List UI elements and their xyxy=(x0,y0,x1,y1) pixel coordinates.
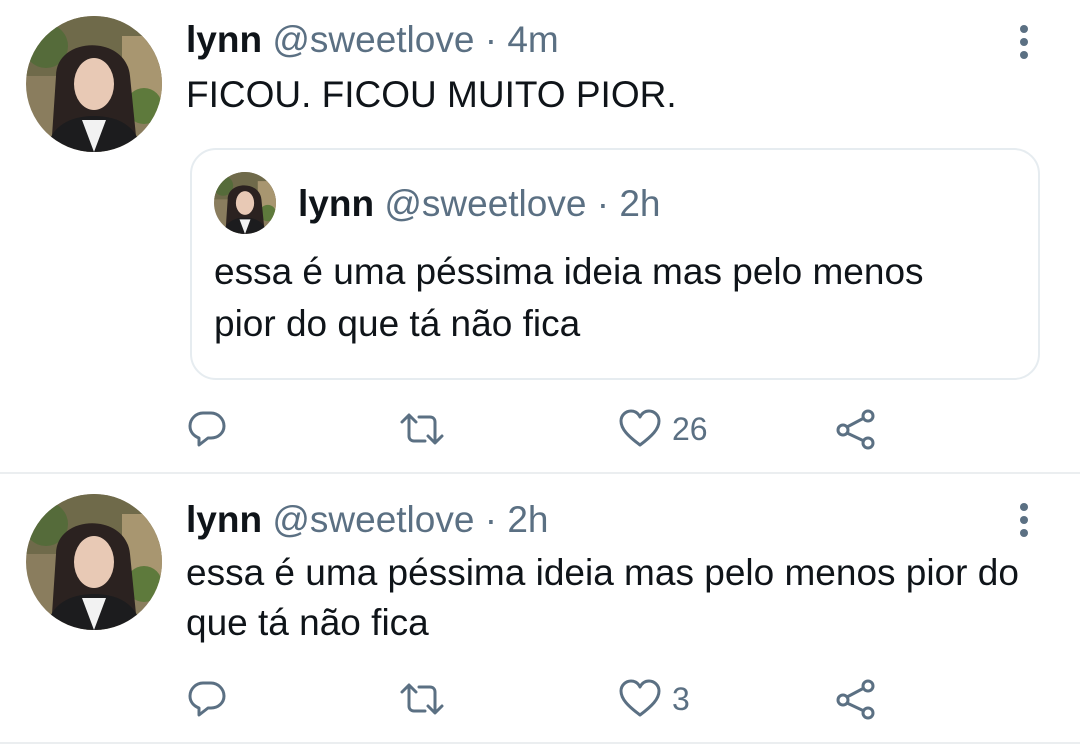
retweet-icon xyxy=(398,408,446,450)
tweet-header: lynn @sweetlove · 2h xyxy=(186,498,548,542)
tweet-text: essa é uma péssima ideia mas pelo menos … xyxy=(186,552,1019,643)
avatar[interactable] xyxy=(26,494,162,630)
like-button[interactable]: 3 xyxy=(618,674,690,724)
retweet-button[interactable] xyxy=(398,404,456,454)
tweet-actions: 3 xyxy=(0,674,1080,724)
reply-button[interactable] xyxy=(186,404,238,454)
separator-dot: · xyxy=(484,499,498,540)
tweet[interactable]: lynn @sweetlove · 2h essa é uma péssima … xyxy=(0,474,1080,744)
like-count: 26 xyxy=(672,410,708,447)
more-vertical-icon[interactable] xyxy=(1004,20,1044,64)
timestamp[interactable]: 2h xyxy=(507,499,548,540)
author-handle[interactable]: @sweetlove xyxy=(272,499,474,540)
avatar[interactable] xyxy=(26,16,162,152)
like-count: 3 xyxy=(672,680,690,717)
reply-button[interactable] xyxy=(186,674,238,724)
more-vertical-icon[interactable] xyxy=(1004,498,1044,542)
heart-icon xyxy=(618,678,662,720)
quoted-tweet[interactable]: lynn @sweetlove · 2h essa é uma péssima … xyxy=(190,148,1040,380)
like-button[interactable]: 26 xyxy=(618,404,708,454)
share-icon xyxy=(834,678,878,720)
quoted-tweet-text: essa é uma péssima ideia mas pelo menos … xyxy=(214,251,924,344)
author-name[interactable]: lynn xyxy=(186,19,262,60)
share-button[interactable] xyxy=(834,674,878,724)
author-name: lynn xyxy=(298,183,375,224)
timestamp[interactable]: 4m xyxy=(507,19,558,60)
retweet-icon xyxy=(398,678,446,720)
reply-icon xyxy=(186,408,228,450)
tweet-text: FICOU. FICOU MUITO PIOR. xyxy=(186,74,677,115)
retweet-button[interactable] xyxy=(398,674,456,724)
author-handle: @sweetlove xyxy=(384,183,587,224)
separator-dot: · xyxy=(484,19,498,60)
avatar xyxy=(214,172,276,234)
author-handle[interactable]: @sweetlove xyxy=(272,19,474,60)
tweet-actions: 26 xyxy=(0,404,1080,454)
quoted-tweet-header: lynn @sweetlove · 2h xyxy=(298,182,660,226)
tweet[interactable]: lynn @sweetlove · 4m FICOU. FICOU MUITO … xyxy=(0,0,1080,474)
timestamp: 2h xyxy=(619,183,661,224)
share-button[interactable] xyxy=(834,404,878,454)
separator-dot: · xyxy=(596,183,610,224)
tweet-header: lynn @sweetlove · 4m xyxy=(186,18,559,62)
reply-icon xyxy=(186,678,228,720)
heart-icon xyxy=(618,408,662,450)
author-name[interactable]: lynn xyxy=(186,499,262,540)
share-icon xyxy=(834,408,878,450)
